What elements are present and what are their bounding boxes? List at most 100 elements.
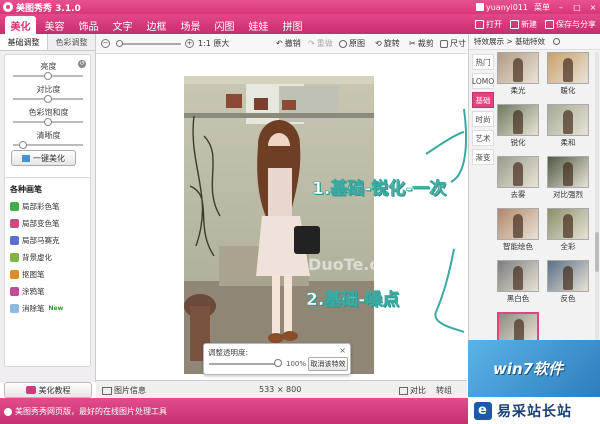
brush-label: 局部马赛克 (22, 236, 60, 245)
nav-tabs: 美化 美容 饰品 文字 边框 场景 闪图 娃娃 拼图 (5, 16, 308, 34)
zoom-in-icon[interactable]: + (185, 39, 194, 48)
cancel-effect-button[interactable]: 取消该特效 (308, 357, 348, 371)
app-logo-icon (3, 2, 13, 12)
effect-thumbnail[interactable]: 去雾 (497, 156, 539, 200)
effect-thumbnail[interactable]: 柔光 (497, 52, 539, 96)
tab-color-adjust[interactable]: 色彩调整 (48, 34, 95, 50)
scroll-thumb[interactable] (595, 232, 599, 272)
effect-thumbnail[interactable]: 黑白色 (497, 260, 539, 304)
tutorial-icon (25, 386, 36, 394)
image-info-label: 图片信息 (114, 386, 146, 395)
effect-category[interactable]: 时尚 (472, 111, 494, 127)
user-account[interactable]: yuanyi011 (475, 3, 528, 12)
effect-preview (547, 52, 589, 84)
brush-item[interactable]: 局部彩色笔 (10, 201, 60, 212)
effect-category[interactable]: LOMO (472, 73, 494, 89)
brush-icon (10, 219, 19, 228)
rotate-button[interactable]: ⟲ 旋转 (375, 38, 400, 49)
brush-item[interactable]: 涂鸦笔 (10, 286, 45, 297)
magic-icon (22, 154, 30, 162)
effect-category[interactable]: 基础 (472, 92, 494, 108)
menu-button[interactable]: 菜单 (534, 2, 550, 13)
effect-preview (547, 260, 589, 292)
site-name: 易采站长站 (497, 403, 572, 420)
effect-thumbnail[interactable]: 对比强烈 (547, 156, 589, 200)
effects-scrollbar[interactable] (595, 52, 599, 352)
opacity-label: 调整透明度: (208, 348, 249, 357)
nav-tab-5[interactable]: 场景 (175, 16, 206, 34)
tip-link[interactable]: 美图秀秀网页版，最好的在线图片处理工具 (4, 406, 167, 417)
breadcrumb-text: 特效展示 > 基础特效 (474, 37, 546, 46)
brush-icon (10, 236, 19, 245)
close-button[interactable]: × (588, 3, 598, 12)
one-click-beautify-button[interactable]: 一键美化 (11, 150, 76, 166)
tab-basic-adjust[interactable]: 基础调整 (0, 34, 48, 50)
saturation-slider[interactable] (13, 118, 83, 126)
redo-button[interactable]: ↷ 重做 (308, 38, 333, 49)
effect-thumbnail[interactable]: 全彩 (547, 208, 589, 252)
effect-thumbnail[interactable]: 锐化 (497, 104, 539, 148)
effect-category[interactable]: 热门 (472, 54, 494, 70)
brush-item[interactable]: 抠图笔 (10, 269, 45, 280)
nav-tab-7[interactable]: 娃娃 (243, 16, 274, 34)
effect-thumbnail[interactable]: 智能绘色 (497, 208, 539, 252)
brightness-thumb[interactable] (44, 72, 52, 80)
crop-label: 裁剪 (417, 39, 434, 48)
brush-item[interactable]: 消除笔 New (10, 303, 63, 314)
crop-button[interactable]: ✂ 裁剪 (409, 38, 434, 49)
minimize-button[interactable]: – (556, 3, 566, 12)
brush-item[interactable]: 局部变色笔 (10, 218, 60, 229)
nav-tab-1[interactable]: 美容 (39, 16, 70, 34)
brightness-slider[interactable] (13, 72, 83, 80)
open-label: 打开 (486, 19, 502, 29)
image-info-button[interactable]: 图片信息 (102, 385, 146, 396)
zoom-slider[interactable] (116, 40, 181, 47)
convert-button[interactable]: 转组 (436, 385, 452, 396)
compare-button[interactable]: 对比 (399, 385, 426, 396)
brush-item[interactable]: 局部马赛克 (10, 235, 60, 246)
title-bar: 美图秀秀 3.1.0 yuanyi011 菜单 – □ × (0, 0, 600, 14)
rotate-icon: ⟲ (375, 39, 382, 48)
effect-thumbnail[interactable]: 反色 (547, 260, 589, 304)
brush-item[interactable]: 背景虚化 (10, 252, 52, 263)
nav-tab-3[interactable]: 文字 (107, 16, 138, 34)
nav-tab-8[interactable]: 拼图 (277, 16, 308, 34)
annotation-arrows (425, 108, 467, 333)
nav-tab-4[interactable]: 边框 (141, 16, 172, 34)
gear-icon[interactable] (553, 38, 561, 45)
nav-tab-0[interactable]: 美化 (5, 16, 36, 34)
tutorial-label: 美化教程 (38, 385, 71, 395)
effect-category[interactable]: 艺术 (472, 130, 494, 146)
close-icon[interactable]: × (339, 346, 346, 355)
effect-thumbnail[interactable]: 暖化 (547, 52, 589, 96)
brush-icon (10, 202, 19, 211)
contrast-thumb[interactable] (44, 95, 52, 103)
ad-banner[interactable]: win7软件 (468, 340, 600, 398)
new-button[interactable]: 新建 (510, 17, 537, 31)
saturation-thumb[interactable] (44, 118, 52, 126)
brightness-label: 亮度 (40, 62, 57, 71)
save-share-button[interactable]: 保存与分享 (545, 17, 596, 31)
zoom-thumb[interactable] (116, 40, 123, 47)
nav-tab-2[interactable]: 饰品 (73, 16, 104, 34)
nav-tab-6[interactable]: 闪图 (209, 16, 240, 34)
opacity-thumb[interactable] (274, 359, 282, 367)
contrast-slider[interactable] (13, 95, 83, 103)
open-button[interactable]: 打开 (475, 17, 502, 31)
sharpness-thumb[interactable] (19, 141, 28, 149)
brush-label: 涂鸦笔 (22, 287, 45, 296)
original-size-button[interactable]: 1:1 原大 (198, 38, 229, 49)
brush-icon (10, 270, 19, 279)
tutorial-button[interactable]: 美化教程 (4, 382, 92, 398)
original-button[interactable]: 原图 (339, 38, 365, 49)
saturation-label: 色彩饱和度 (28, 108, 69, 117)
brush-icon (10, 287, 19, 296)
resize-button[interactable]: 尺寸 (440, 38, 466, 49)
effect-category[interactable]: 渐变 (472, 149, 494, 165)
sharpness-slider[interactable] (13, 141, 83, 149)
effect-thumbnail[interactable]: 柔和 (547, 104, 589, 148)
opacity-slider[interactable] (209, 363, 279, 365)
maximize-button[interactable]: □ (572, 3, 582, 12)
zoom-out-icon[interactable]: − (101, 39, 110, 48)
undo-button[interactable]: ↶ 撤销 (276, 38, 301, 49)
